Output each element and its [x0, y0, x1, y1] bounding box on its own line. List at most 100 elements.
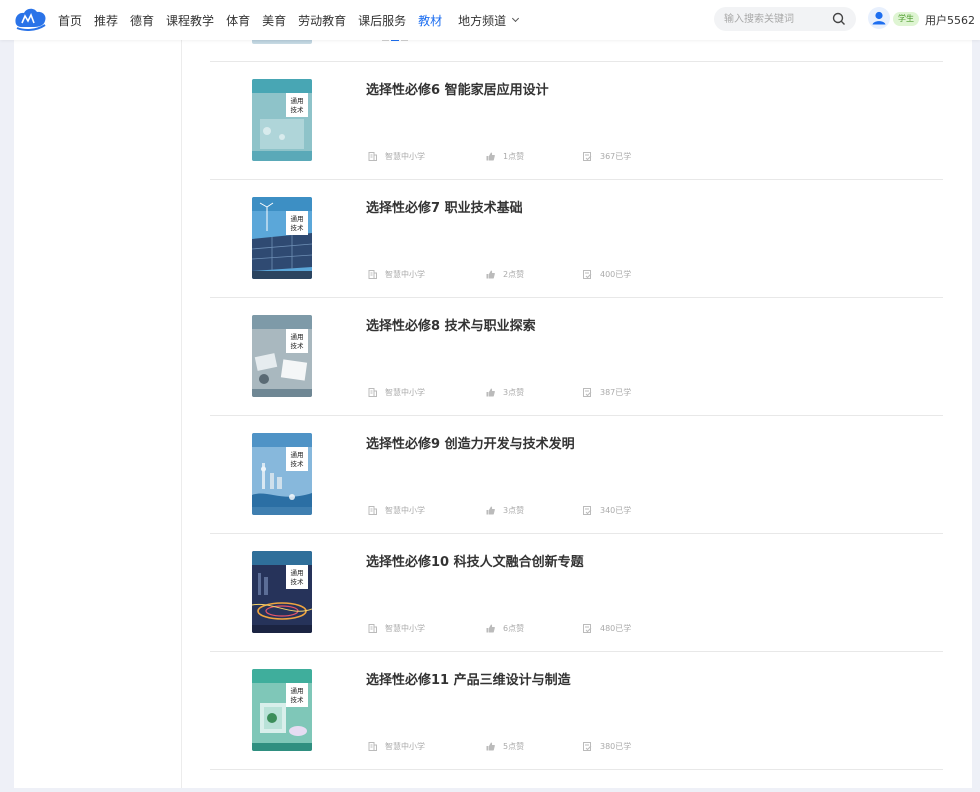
like-count[interactable]: 1点赞	[486, 151, 524, 162]
list-item[interactable]: 通用 技术 选择性必修7 职业技术基础 智慧中小学 2点赞 400已学	[210, 180, 943, 298]
user-avatar-icon[interactable]	[868, 7, 890, 29]
nav-item-moral[interactable]: 德育	[130, 12, 154, 29]
learned-icon	[583, 742, 592, 751]
list-item[interactable]: 通用 技术 选择性必修11 产品三维设计与制造 智慧中小学 5点赞 380已学	[210, 652, 943, 770]
logo-icon[interactable]	[12, 6, 48, 32]
learned-count: 380已学	[583, 741, 631, 752]
like-icon[interactable]	[486, 506, 495, 515]
like-count-text: 6点赞	[503, 624, 525, 633]
search-input[interactable]	[724, 11, 824, 27]
nav-item-region[interactable]: 地方频道	[458, 12, 520, 29]
publisher-info: 智慧中小学	[368, 623, 425, 634]
svg-text:技术: 技术	[291, 459, 305, 468]
nav-item-home[interactable]: 首页	[58, 12, 82, 29]
username[interactable]: 用户5562	[925, 12, 975, 28]
publisher-info: 智慧中小学	[368, 741, 425, 752]
publisher-icon	[368, 152, 377, 161]
like-icon[interactable]	[486, 270, 495, 279]
learned-icon	[583, 506, 592, 515]
textbook-list: 通用 技术 选择性必修6 智能家居应用设计 智慧中小学 1点赞 367已学 通用…	[210, 34, 943, 770]
publisher-info: 智慧中小学	[368, 387, 425, 398]
book-title[interactable]: 选择性必修11 产品三维设计与制造	[366, 669, 571, 688]
publisher-info: 智慧中小学	[368, 505, 425, 516]
book-title[interactable]: 选择性必修8 技术与职业探索	[366, 315, 536, 334]
publisher-icon	[368, 742, 377, 751]
learned-icon	[583, 270, 592, 279]
like-icon[interactable]	[486, 742, 495, 751]
nav-item-after-school[interactable]: 课后服务	[358, 12, 406, 29]
svg-text:通用: 通用	[291, 332, 304, 341]
nav-item-arts[interactable]: 美育	[262, 12, 286, 29]
like-count[interactable]: 3点赞	[486, 505, 524, 516]
like-icon[interactable]	[486, 152, 495, 161]
book-title[interactable]: 选择性必修9 创造力开发与技术发明	[366, 433, 575, 452]
svg-text:技术: 技术	[291, 223, 305, 232]
svg-text:通用: 通用	[291, 450, 304, 459]
learned-count-text: 380已学	[600, 742, 632, 751]
like-count-text: 5点赞	[503, 742, 525, 751]
book-cover[interactable]: 通用 技术	[252, 315, 312, 397]
content-card: 通用 技术 选择性必修6 智能家居应用设计 智慧中小学 1点赞 367已学 通用…	[14, 34, 972, 788]
publisher-name: 智慧中小学	[385, 742, 425, 751]
top-nav-bar: 首页 推荐 德育 课程教学 体育 美育 劳动教育 课后服务 教材 地方频道 学生…	[0, 0, 980, 40]
list-item[interactable]: 通用 技术 选择性必修10 科技人文融合创新专题 智慧中小学 6点赞 480已学	[210, 534, 943, 652]
learned-icon	[583, 388, 592, 397]
publisher-name: 智慧中小学	[385, 388, 425, 397]
publisher-name: 智慧中小学	[385, 506, 425, 515]
list-item[interactable]: 通用 技术 选择性必修6 智能家居应用设计 智慧中小学 1点赞 367已学	[210, 62, 943, 180]
svg-text:技术: 技术	[291, 341, 305, 350]
region-label: 地方频道	[458, 13, 507, 28]
svg-text:通用: 通用	[291, 686, 304, 695]
publisher-info: 智慧中小学	[368, 151, 425, 162]
learned-count: 367已学	[583, 151, 631, 162]
learned-count-text: 387已学	[600, 388, 632, 397]
book-cover[interactable]: 通用 技术	[252, 197, 312, 279]
svg-text:通用: 通用	[291, 568, 304, 577]
book-cover[interactable]: 通用 技术	[252, 79, 312, 161]
publisher-name: 智慧中小学	[385, 152, 425, 161]
publisher-info: 智慧中小学	[368, 269, 425, 280]
list-item[interactable]: 通用 技术 选择性必修9 创造力开发与技术发明 智慧中小学 3点赞 340已学	[210, 416, 943, 534]
search-icon[interactable]	[832, 12, 846, 26]
learned-icon	[583, 152, 592, 161]
like-count[interactable]: 6点赞	[486, 623, 524, 634]
learned-count: 400已学	[583, 269, 631, 280]
sidebar-divider	[181, 40, 182, 788]
publisher-icon	[368, 506, 377, 515]
learned-count-text: 340已学	[600, 506, 632, 515]
like-count-text: 1点赞	[503, 152, 525, 161]
svg-text:技术: 技术	[291, 577, 305, 586]
book-cover[interactable]: 通用 技术	[252, 551, 312, 633]
learned-count-text: 367已学	[600, 152, 632, 161]
role-badge: 学生	[893, 12, 919, 26]
publisher-icon	[368, 624, 377, 633]
svg-text:技术: 技术	[291, 695, 305, 704]
search-box	[714, 7, 856, 31]
book-title[interactable]: 选择性必修6 智能家居应用设计	[366, 79, 549, 98]
publisher-icon	[368, 388, 377, 397]
list-item[interactable]: 通用 技术 选择性必修8 技术与职业探索 智慧中小学 3点赞 387已学	[210, 298, 943, 416]
svg-text:技术: 技术	[291, 105, 305, 114]
learned-count: 480已学	[583, 623, 631, 634]
publisher-name: 智慧中小学	[385, 270, 425, 279]
nav-item-sports[interactable]: 体育	[226, 12, 250, 29]
learned-count: 387已学	[583, 387, 631, 398]
like-count-text: 3点赞	[503, 506, 525, 515]
nav-item-textbooks[interactable]: 教材	[418, 12, 442, 29]
book-cover[interactable]: 通用 技术	[252, 433, 312, 515]
publisher-name: 智慧中小学	[385, 624, 425, 633]
like-count-text: 3点赞	[503, 388, 525, 397]
book-title[interactable]: 选择性必修10 科技人文融合创新专题	[366, 551, 584, 570]
like-count[interactable]: 2点赞	[486, 269, 524, 280]
like-count[interactable]: 5点赞	[486, 741, 524, 752]
nav-item-labor[interactable]: 劳动教育	[298, 12, 346, 29]
like-icon[interactable]	[486, 388, 495, 397]
nav-item-courses[interactable]: 课程教学	[166, 12, 214, 29]
like-count[interactable]: 3点赞	[486, 387, 524, 398]
like-icon[interactable]	[486, 624, 495, 633]
book-title[interactable]: 选择性必修7 职业技术基础	[366, 197, 523, 216]
book-cover[interactable]: 通用 技术	[252, 669, 312, 751]
chevron-down-icon	[512, 14, 520, 23]
learned-count-text: 400已学	[600, 270, 632, 279]
nav-item-recommend[interactable]: 推荐	[94, 12, 118, 29]
